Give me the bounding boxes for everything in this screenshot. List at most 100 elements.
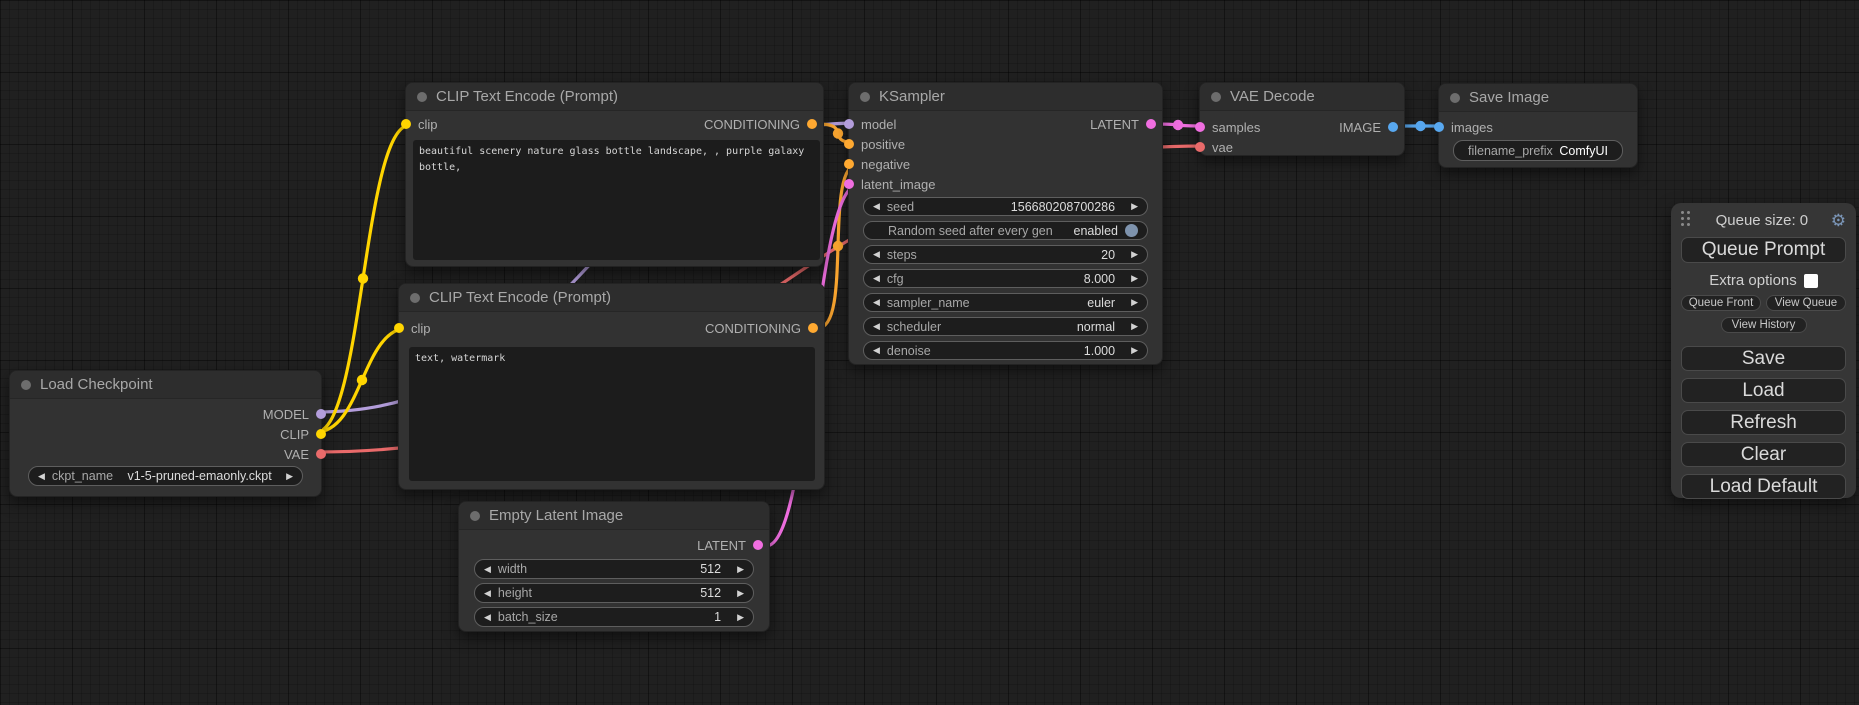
clip-slot-icon[interactable] xyxy=(316,429,326,439)
latent-slot-icon[interactable] xyxy=(844,179,854,189)
increment-arrow-icon[interactable]: ▶ xyxy=(1131,322,1138,331)
node-header-load-checkpoint[interactable]: Load Checkpoint xyxy=(10,371,321,399)
queue-prompt-button[interactable]: Queue Prompt xyxy=(1681,237,1846,263)
node-header-vae-decode[interactable]: VAE Decode xyxy=(1200,83,1404,111)
node-header-ksampler[interactable]: KSampler xyxy=(849,83,1162,111)
save-button[interactable]: Save xyxy=(1681,346,1846,371)
view-queue-button[interactable]: View Queue xyxy=(1766,295,1846,311)
node-header-clip-negative[interactable]: CLIP Text Encode (Prompt) xyxy=(399,284,824,312)
clear-button[interactable]: Clear xyxy=(1681,442,1846,467)
collapse-dot-icon[interactable] xyxy=(1211,92,1221,102)
collapse-dot-icon[interactable] xyxy=(860,92,870,102)
model-slot-icon[interactable] xyxy=(316,409,326,419)
seed-widget[interactable]: ◀ seed 156680208700286 ▶ xyxy=(863,197,1148,216)
output-model[interactable]: MODEL xyxy=(263,407,321,422)
input-latent-image[interactable]: latent_image xyxy=(849,177,935,192)
collapse-dot-icon[interactable] xyxy=(1450,93,1460,103)
width-widget[interactable]: ◀ width 512 ▶ xyxy=(474,559,754,579)
model-slot-icon[interactable] xyxy=(844,119,854,129)
increment-arrow-icon[interactable]: ▶ xyxy=(737,565,744,574)
extra-options-checkbox[interactable] xyxy=(1804,274,1818,288)
conditioning-slot-icon[interactable] xyxy=(844,139,854,149)
collapse-dot-icon[interactable] xyxy=(417,92,427,102)
latent-slot-icon[interactable] xyxy=(753,540,763,550)
node-clip-text-encode-negative[interactable]: CLIP Text Encode (Prompt) clip CONDITION… xyxy=(398,283,825,490)
node-header-empty-latent[interactable]: Empty Latent Image xyxy=(459,502,769,530)
output-image[interactable]: IMAGE xyxy=(1339,120,1393,135)
comfyui-canvas[interactable]: Load Checkpoint MODEL CLIP VAE xyxy=(0,0,1859,705)
output-vae[interactable]: VAE xyxy=(284,447,321,462)
input-images[interactable]: images xyxy=(1439,120,1493,135)
steps-widget[interactable]: ◀ steps 20 ▶ xyxy=(863,245,1148,264)
node-header-clip-positive[interactable]: CLIP Text Encode (Prompt) xyxy=(406,83,823,111)
input-vae[interactable]: vae xyxy=(1200,140,1233,155)
scheduler-widget[interactable]: ◀ scheduler normal ▶ xyxy=(863,317,1148,336)
input-negative[interactable]: negative xyxy=(849,157,910,172)
increment-arrow-icon[interactable]: ▶ xyxy=(1131,346,1138,355)
output-clip[interactable]: CLIP xyxy=(280,427,321,442)
decrement-arrow-icon[interactable]: ◀ xyxy=(38,472,45,481)
decrement-arrow-icon[interactable]: ◀ xyxy=(873,298,880,307)
decrement-arrow-icon[interactable]: ◀ xyxy=(873,346,880,355)
node-clip-text-encode-positive[interactable]: CLIP Text Encode (Prompt) clip CONDITION… xyxy=(405,82,824,267)
input-samples[interactable]: samples xyxy=(1200,120,1260,135)
node-vae-decode[interactable]: VAE Decode samples IMAGE vae xyxy=(1199,82,1405,156)
vae-slot-icon[interactable] xyxy=(316,449,326,459)
collapse-dot-icon[interactable] xyxy=(410,293,420,303)
collapse-dot-icon[interactable] xyxy=(470,511,480,521)
increment-arrow-icon[interactable]: ▶ xyxy=(737,613,744,622)
ckpt-name-widget[interactable]: ◀ ckpt_name v1-5-pruned-emaonly.ckpt ▶ xyxy=(28,466,303,486)
output-latent[interactable]: LATENT xyxy=(697,538,758,553)
decrement-arrow-icon[interactable]: ◀ xyxy=(873,322,880,331)
load-default-button[interactable]: Load Default xyxy=(1681,474,1846,499)
input-clip[interactable]: clip xyxy=(399,321,431,336)
increment-arrow-icon[interactable]: ▶ xyxy=(737,589,744,598)
input-positive[interactable]: positive xyxy=(849,137,905,152)
conditioning-slot-icon[interactable] xyxy=(844,159,854,169)
cfg-widget[interactable]: ◀ cfg 8.000 ▶ xyxy=(863,269,1148,288)
positive-prompt-textarea[interactable]: beautiful scenery nature glass bottle la… xyxy=(413,140,820,260)
height-widget[interactable]: ◀ height 512 ▶ xyxy=(474,583,754,603)
decrement-arrow-icon[interactable]: ◀ xyxy=(873,202,880,211)
increment-arrow-icon[interactable]: ▶ xyxy=(1131,202,1138,211)
increment-arrow-icon[interactable]: ▶ xyxy=(1131,298,1138,307)
drag-handle-icon[interactable] xyxy=(1681,211,1693,229)
increment-arrow-icon[interactable]: ▶ xyxy=(1131,274,1138,283)
conditioning-slot-icon[interactable] xyxy=(807,119,817,129)
input-clip[interactable]: clip xyxy=(406,117,438,132)
filename-prefix-widget[interactable]: filename_prefix ComfyUI xyxy=(1453,140,1623,161)
increment-arrow-icon[interactable]: ▶ xyxy=(1131,250,1138,259)
latent-slot-icon[interactable] xyxy=(1195,122,1205,132)
negative-prompt-textarea[interactable]: text, watermark xyxy=(409,347,815,481)
increment-arrow-icon[interactable]: ▶ xyxy=(286,472,293,481)
node-save-image[interactable]: Save Image images filename_prefix ComfyU… xyxy=(1438,83,1638,168)
output-latent[interactable]: LATENT xyxy=(1090,117,1151,132)
image-slot-icon[interactable] xyxy=(1388,122,1398,132)
vae-slot-icon[interactable] xyxy=(1195,142,1205,152)
queue-front-button[interactable]: Queue Front xyxy=(1681,295,1761,311)
random-seed-toggle-widget[interactable]: Random seed after every gen enabled xyxy=(863,221,1148,240)
load-button[interactable]: Load xyxy=(1681,378,1846,403)
output-conditioning[interactable]: CONDITIONING xyxy=(704,117,812,132)
view-history-button[interactable]: View History xyxy=(1721,317,1807,333)
conditioning-slot-icon[interactable] xyxy=(808,323,818,333)
decrement-arrow-icon[interactable]: ◀ xyxy=(484,565,491,574)
sampler-name-widget[interactable]: ◀ sampler_name euler ▶ xyxy=(863,293,1148,312)
clip-slot-icon[interactable] xyxy=(394,323,404,333)
latent-slot-icon[interactable] xyxy=(1146,119,1156,129)
collapse-dot-icon[interactable] xyxy=(21,380,31,390)
input-model[interactable]: model xyxy=(849,117,896,132)
output-conditioning[interactable]: CONDITIONING xyxy=(705,321,813,336)
decrement-arrow-icon[interactable]: ◀ xyxy=(484,613,491,622)
denoise-widget[interactable]: ◀ denoise 1.000 ▶ xyxy=(863,341,1148,360)
node-ksampler[interactable]: KSampler model LATENT positive xyxy=(848,82,1163,365)
queue-panel[interactable]: Queue size: 0 ⚙ Queue Prompt Extra optio… xyxy=(1671,203,1856,498)
image-slot-icon[interactable] xyxy=(1434,122,1444,132)
toggle-on-icon[interactable] xyxy=(1125,224,1138,237)
node-load-checkpoint[interactable]: Load Checkpoint MODEL CLIP VAE xyxy=(9,370,322,497)
node-empty-latent-image[interactable]: Empty Latent Image LATENT ◀ width 512 ▶ … xyxy=(458,501,770,632)
decrement-arrow-icon[interactable]: ◀ xyxy=(484,589,491,598)
clip-slot-icon[interactable] xyxy=(401,119,411,129)
node-header-save-image[interactable]: Save Image xyxy=(1439,84,1637,112)
refresh-button[interactable]: Refresh xyxy=(1681,410,1846,435)
